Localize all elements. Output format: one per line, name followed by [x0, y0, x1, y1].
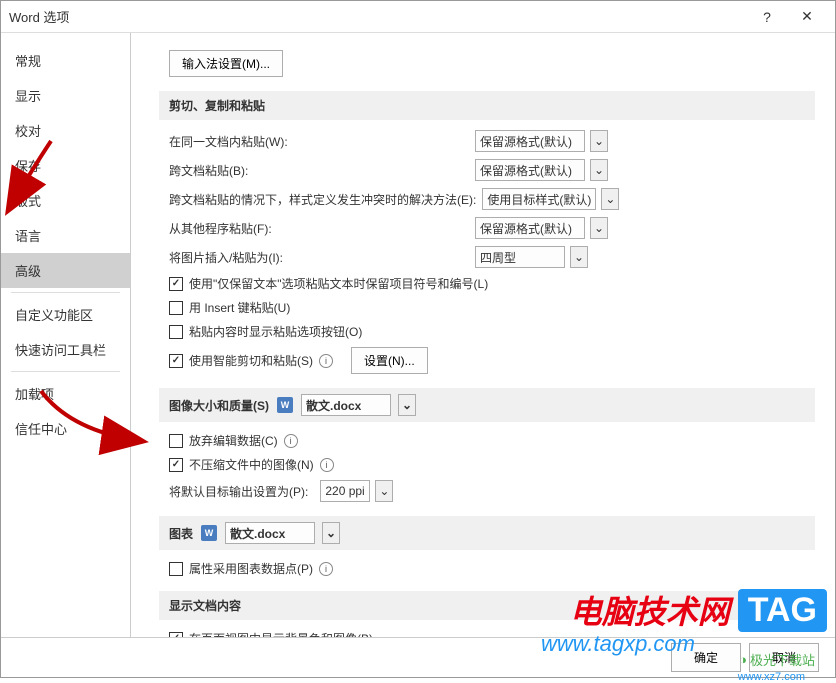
sidebar-item-save[interactable]: 保存 [1, 148, 130, 183]
sidebar-separator [11, 292, 120, 293]
label-insert-key: 用 Insert 键粘贴(U) [189, 299, 290, 316]
checkbox-show-bg[interactable] [169, 632, 183, 638]
sidebar-separator [11, 371, 120, 372]
checkbox-insert-key[interactable] [169, 301, 183, 315]
label-paste-same-doc: 在同一文档内粘贴(W): [169, 133, 469, 150]
label-smart-cut: 使用智能剪切和粘贴(S) [189, 352, 313, 369]
sidebar-item-trust-center[interactable]: 信任中心 [1, 411, 130, 446]
label-paste-options: 粘贴内容时显示粘贴选项按钮(O) [189, 323, 362, 340]
label-keep-bullets: 使用"仅保留文本"选项粘贴文本时保留项目符号和编号(L) [189, 275, 488, 292]
chevron-down-icon[interactable]: ⌄ [590, 130, 608, 152]
dialog-title: Word 选项 [9, 7, 747, 26]
checkbox-keep-bullets[interactable] [169, 277, 183, 291]
label-paste-image-as: 将图片插入/粘贴为(I): [169, 249, 469, 266]
content-pane: 输入法设置(M)... 剪切、复制和粘贴 在同一文档内粘贴(W): 保留源格式(… [131, 33, 835, 637]
info-icon: i [319, 354, 333, 368]
label-chart-datapoint: 属性采用图表数据点(P) [189, 560, 313, 577]
chevron-down-icon[interactable]: ⌄ [322, 522, 340, 544]
info-icon: i [320, 458, 334, 472]
label-show-bg: 在页面视图中显示背景色和图像(B) [189, 630, 373, 637]
select-paste-same-doc[interactable]: 保留源格式(默认) [475, 130, 585, 152]
checkbox-paste-options[interactable] [169, 325, 183, 339]
sidebar-item-addins[interactable]: 加载项 [1, 376, 130, 411]
sidebar-item-layout[interactable]: 版式 [1, 183, 130, 218]
section-cut-copy-paste: 剪切、复制和粘贴 [159, 91, 815, 120]
chevron-down-icon[interactable]: ⌄ [398, 394, 416, 416]
word-doc-icon: W [201, 525, 217, 541]
select-chart-doc[interactable]: 散文.docx [225, 522, 315, 544]
help-button[interactable]: ? [747, 2, 787, 32]
sidebar-item-advanced[interactable]: 高级 [1, 253, 130, 288]
word-doc-icon: W [277, 397, 293, 413]
select-paste-cross-doc[interactable]: 保留源格式(默认) [475, 159, 585, 181]
chevron-down-icon[interactable]: ⌄ [590, 217, 608, 239]
section-display-content: 显示文档内容 [159, 591, 815, 620]
sidebar-item-general[interactable]: 常规 [1, 43, 130, 78]
label-paste-other-prog: 从其他程序粘贴(F): [169, 220, 469, 237]
label-default-output: 将默认目标输出设置为(P): [169, 483, 308, 500]
section-image-size-quality: 图像大小和质量(S) W 散文.docx ⌄ [159, 388, 815, 422]
info-icon: i [284, 434, 298, 448]
sidebar-item-quick-access[interactable]: 快速访问工具栏 [1, 332, 130, 367]
label-no-compress-images: 不压缩文件中的图像(N) [189, 456, 314, 473]
sidebar-item-display[interactable]: 显示 [1, 78, 130, 113]
sidebar-item-language[interactable]: 语言 [1, 218, 130, 253]
cancel-button[interactable]: 取消 [749, 643, 819, 672]
chevron-down-icon[interactable]: ⌄ [601, 188, 619, 210]
select-default-output[interactable]: 220 ppi [320, 480, 370, 502]
ok-button[interactable]: 确定 [671, 643, 741, 672]
checkbox-no-compress-images[interactable] [169, 458, 183, 472]
label-discard-edit-data: 放弃编辑数据(C) [189, 432, 278, 449]
section-chart-label: 图表 [169, 525, 193, 542]
dialog-footer: 确定 取消 [1, 637, 835, 677]
titlebar: Word 选项 ? ✕ [1, 1, 835, 33]
select-paste-conflict[interactable]: 使用目标样式(默认) [482, 188, 596, 210]
section-chart: 图表 W 散文.docx ⌄ [159, 516, 815, 550]
chevron-down-icon[interactable]: ⌄ [375, 480, 393, 502]
info-icon: i [319, 562, 333, 576]
select-paste-other-prog[interactable]: 保留源格式(默认) [475, 217, 585, 239]
checkbox-discard-edit-data[interactable] [169, 434, 183, 448]
chevron-down-icon[interactable]: ⌄ [590, 159, 608, 181]
chevron-down-icon[interactable]: ⌄ [570, 246, 588, 268]
ime-settings-button[interactable]: 输入法设置(M)... [169, 50, 283, 77]
select-paste-image-as[interactable]: 四周型 [475, 246, 565, 268]
sidebar: 常规 显示 校对 保存 版式 语言 高级 自定义功能区 快速访问工具栏 加载项 … [1, 33, 131, 637]
checkbox-chart-datapoint[interactable] [169, 562, 183, 576]
sidebar-item-proofing[interactable]: 校对 [1, 113, 130, 148]
checkbox-smart-cut[interactable] [169, 354, 183, 368]
cut-paste-settings-button[interactable]: 设置(N)... [351, 347, 428, 374]
label-paste-cross-doc: 跨文档粘贴(B): [169, 162, 469, 179]
sidebar-item-customize-ribbon[interactable]: 自定义功能区 [1, 297, 130, 332]
label-paste-conflict: 跨文档粘贴的情况下，样式定义发生冲突时的解决方法(E): [169, 191, 476, 208]
close-button[interactable]: ✕ [787, 2, 827, 32]
section-image-label: 图像大小和质量(S) [169, 397, 269, 414]
select-image-doc[interactable]: 散文.docx [301, 394, 391, 416]
